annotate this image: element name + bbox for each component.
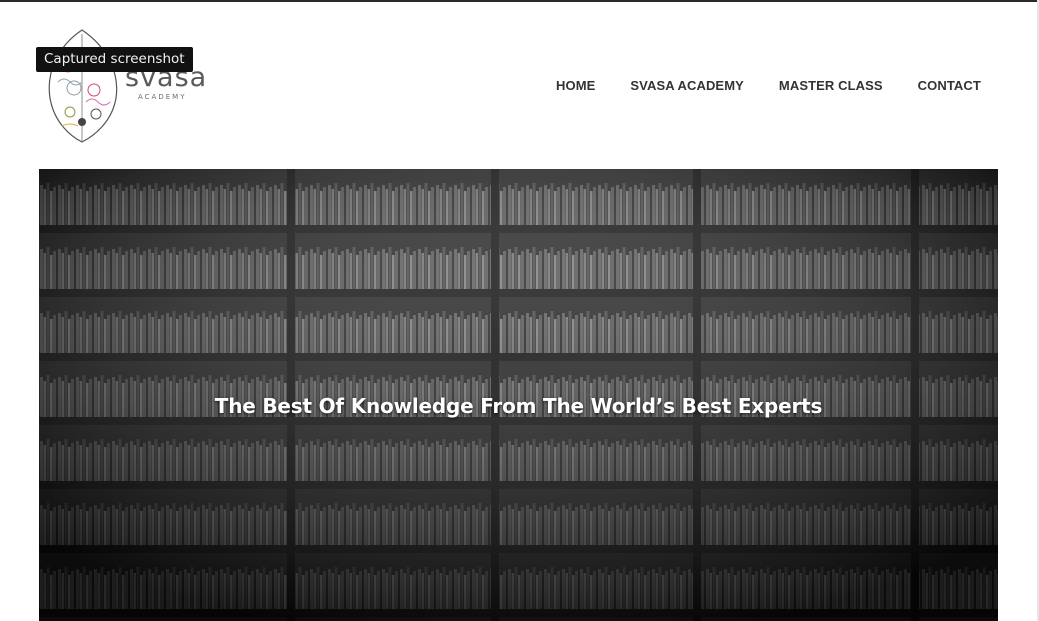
main-nav: HOME SVASA ACADEMY MASTER CLASS CONTACT <box>556 78 981 93</box>
nav-svasa-academy[interactable]: SVASA ACADEMY <box>630 78 744 93</box>
logo-tagline: ACADEMY <box>138 93 187 101</box>
leaf-logo-icon <box>48 29 118 143</box>
nav-home[interactable]: HOME <box>556 78 595 93</box>
top-border <box>0 0 1039 2</box>
nav-master-class[interactable]: MASTER CLASS <box>779 78 883 93</box>
nav-contact[interactable]: CONTACT <box>918 78 981 93</box>
tooltip: Captured screenshot <box>36 47 193 72</box>
hero-title: The Best Of Knowledge From The World’s B… <box>214 394 823 418</box>
hero-banner: The Best Of Knowledge From The World’s B… <box>39 169 998 621</box>
site-logo[interactable]: svasa ACADEMY <box>44 26 206 146</box>
